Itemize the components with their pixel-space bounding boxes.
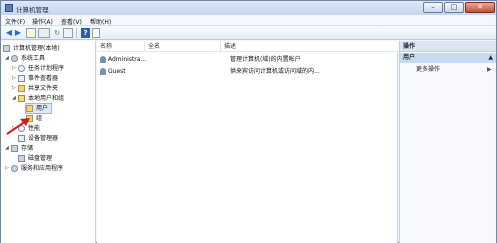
title-bar: 计算机管理 – □ ✕ <box>1 1 496 15</box>
tree-item-root[interactable]: 计算机管理(本地) <box>3 44 60 53</box>
disk-icon <box>18 155 25 162</box>
forward-icon[interactable]: ▶ <box>13 28 23 38</box>
column-header-description[interactable]: 描述 <box>221 41 398 52</box>
list-item[interactable]: Guest 供来宾访问计算机或访问域的内... <box>100 67 395 77</box>
show-hide-tree-icon[interactable] <box>38 28 50 38</box>
minimize-button[interactable]: – <box>423 2 443 13</box>
toolbar-separator <box>76 28 77 38</box>
column-header-name[interactable]: 名称 <box>97 41 145 52</box>
tree-item-device-manager[interactable]: 设备管理器 <box>18 134 58 143</box>
tree-item-shared-folders[interactable]: ▷ 共享文件夹 <box>12 84 58 93</box>
tree-item-disk-management[interactable]: 磁盘管理 <box>18 154 52 163</box>
storage-icon <box>11 145 18 152</box>
computer-management-window: 计算机管理 – □ ✕ 文件(F) 操作(A) 查看(V) 帮助(H) ◀ ▶ … <box>0 0 497 243</box>
menu-action[interactable]: 操作(A) <box>32 17 53 26</box>
console-tree: 计算机管理(本地) ◢ 系统工具 ▷ 任务计划程序 ▷ 事件查看器 ▷ 共享文件夹 ◢ 本… <box>1 41 96 243</box>
tools-icon <box>11 55 18 62</box>
tree-item-local-users-groups[interactable]: ◢ 本地用户和组 <box>12 94 64 103</box>
tree-item-users[interactable]: 用户 <box>24 103 53 114</box>
list-item[interactable]: Administra... 管理计算机(域)的内置帐户 <box>100 55 395 65</box>
tree-item-event-viewer[interactable]: ▷ 事件查看器 <box>12 74 58 83</box>
toolbar: ◀ ▶ ↻ ? <box>1 26 496 40</box>
help-icon[interactable]: ? <box>81 28 90 38</box>
actions-section-users[interactable]: 用户 ▲ <box>400 53 496 63</box>
close-button[interactable]: ✕ <box>465 2 495 13</box>
menu-help[interactable]: 帮助(H) <box>90 17 111 26</box>
tree-item-task-scheduler[interactable]: ▷ 任务计划程序 <box>12 64 64 73</box>
shared-folder-icon <box>18 85 25 92</box>
user-list: 名称 全名 描述 Administra... 管理计算机(域)的内置帐户 Gue… <box>97 41 398 243</box>
maximize-button[interactable]: □ <box>444 2 464 13</box>
properties-icon[interactable] <box>92 28 100 38</box>
performance-icon <box>18 125 25 132</box>
window-title: 计算机管理 <box>16 6 49 14</box>
computer-management-icon <box>5 4 13 12</box>
column-header-fullname[interactable]: 全名 <box>145 41 221 52</box>
users-groups-icon <box>18 95 25 102</box>
collapse-arrow-icon[interactable]: ▲ <box>488 53 493 63</box>
up-folder-icon[interactable] <box>26 28 36 38</box>
services-icon <box>11 165 18 172</box>
actions-pane: 操作 用户 ▲ 更多操作 ▶ <box>399 41 496 243</box>
menu-bar: 文件(F) 操作(A) 查看(V) 帮助(H) <box>1 15 496 26</box>
tree-item-storage[interactable]: ◢ 存储 <box>5 144 33 153</box>
refresh-icon[interactable]: ↻ <box>52 28 62 38</box>
submenu-arrow-icon[interactable]: ▶ <box>487 65 492 74</box>
event-viewer-icon <box>18 75 25 82</box>
tree-item-performance[interactable]: ▷ 性能 <box>12 124 40 133</box>
menu-view[interactable]: 查看(V) <box>61 17 82 26</box>
tree-item-system-tools[interactable]: ◢ 系统工具 <box>5 54 45 63</box>
tree-item-groups[interactable]: 组 <box>26 114 42 123</box>
folder-icon <box>26 105 33 112</box>
menu-file[interactable]: 文件(F) <box>5 17 25 26</box>
actions-header: 操作 <box>400 41 496 52</box>
user-icon <box>100 56 106 63</box>
tree-item-services-apps[interactable]: ▷ 服务和应用程序 <box>5 164 63 173</box>
folder-icon <box>26 115 33 122</box>
clock-icon <box>18 65 25 72</box>
user-icon <box>100 68 106 75</box>
device-manager-icon <box>18 135 25 142</box>
export-list-icon[interactable] <box>63 28 73 38</box>
more-actions-item[interactable]: 更多操作 <box>416 65 440 74</box>
computer-icon <box>3 45 10 52</box>
